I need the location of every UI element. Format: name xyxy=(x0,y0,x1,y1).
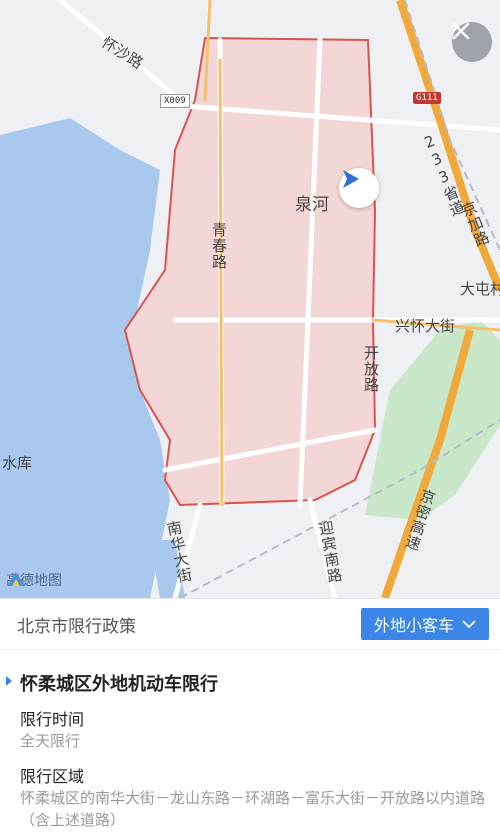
road-badge-x009: X009 xyxy=(160,94,190,108)
place-label-shuiku: 水库 xyxy=(2,454,33,472)
road-label-qingchun: 青春路 xyxy=(210,222,228,270)
policy-title: 北京市限行政策 xyxy=(17,617,136,637)
place-label-quanhe: 泉河 xyxy=(295,195,329,215)
section-title: 怀柔城区外地机动车限行 xyxy=(20,674,218,695)
amap-logo: 高德地图 xyxy=(6,570,62,590)
road-label-xinghuai: 兴怀大街 xyxy=(395,317,456,335)
time-value: 全天限行 xyxy=(20,732,81,750)
area-label: 限行区域 xyxy=(20,767,85,786)
vehicle-type-dropdown[interactable]: 外地小客车 xyxy=(361,608,489,640)
amap-logo-icon xyxy=(7,572,25,586)
road-segment xyxy=(218,58,224,507)
road-label-kaifang: 开放路 xyxy=(362,345,380,393)
road-badge-g111: G111 xyxy=(413,92,441,104)
section-marker-icon xyxy=(6,676,12,686)
chevron-down-icon xyxy=(462,620,476,629)
place-label-datun: 大屯村 xyxy=(460,280,500,298)
close-button[interactable] xyxy=(452,22,492,62)
vehicle-type-label: 外地小客车 xyxy=(373,616,454,635)
close-icon xyxy=(452,22,470,40)
navigation-arrow-button[interactable] xyxy=(339,168,379,208)
time-label: 限行时间 xyxy=(20,710,85,729)
map-view[interactable]: 怀沙路 X009 G111 泉河 青春路 开放路 兴怀大街 大屯村 水库 南华大… xyxy=(0,0,500,598)
navigation-arrow-icon xyxy=(343,170,359,188)
area-value: 怀柔城区的南华大街－龙山东路－环湖路－富乐大街－开放路以内道路（含上述道路） xyxy=(20,789,486,829)
